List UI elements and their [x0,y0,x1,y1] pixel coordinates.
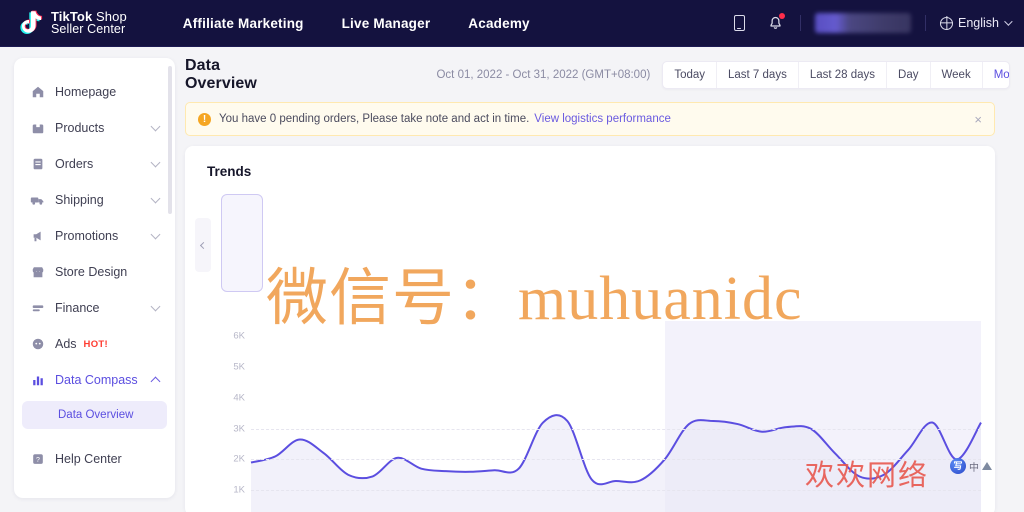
sidebar-item-label: Help Center [55,452,122,466]
sidebar-item-store-design[interactable]: Store Design [14,254,175,290]
top-navigation-bar: TikTok Shop Seller Center Affiliate Mark… [0,0,1024,47]
chart-line [251,415,981,484]
brand-line-2: Seller Center [51,22,126,36]
account-name-redacted[interactable] [815,13,911,33]
close-icon[interactable]: × [974,113,982,126]
chart-gridline [251,428,981,430]
sidebar-item-homepage[interactable]: Homepage [14,74,175,110]
sidebar-item-help-center[interactable]: ? Help Center [14,441,175,477]
chevron-left-icon[interactable] [195,218,211,272]
home-icon [30,85,45,100]
sidebar-item-label: Homepage [55,85,117,99]
nav-divider-left [800,15,801,31]
trends-chart: 6K 5K 4K 3K 2K 1K [185,321,995,512]
chart-gridline [251,459,981,461]
svg-text:?: ? [36,457,40,464]
storefront-icon [30,265,45,280]
box-icon [30,121,45,136]
alert-text: You have 0 pending orders, Please take n… [219,113,530,125]
chart-y-tick-label: 2K [233,453,245,465]
date-range-label: Oct 01, 2022 - Oct 31, 2022 (GMT+08:00) [436,69,651,81]
sidebar-item-label: Promotions [55,229,119,243]
sidebar-item-products[interactable]: Products [14,110,175,146]
nav-link-live-manager[interactable]: Live Manager [342,16,431,31]
chevron-down-icon [150,301,161,312]
sidebar-item-orders[interactable]: Orders [14,146,175,182]
globe-icon [940,16,953,30]
chevron-down-icon [150,193,161,204]
chevron-down-icon [150,157,161,168]
chart-y-tick-label: 4K [233,392,245,404]
trends-panel: Trends 6K 5K 4K 3K 2K 1K [185,146,995,512]
chevron-down-icon [1004,17,1013,26]
notification-badge-dot [779,13,785,19]
chart-y-tick-label: 1K [233,484,245,496]
date-range-tabs: Today Last 7 days Last 28 days Day Week … [662,61,1010,89]
sidebar-item-ads[interactable]: Ads HOT! [14,326,175,362]
truck-icon [30,193,45,208]
nav-link-academy[interactable]: Academy [468,16,529,31]
chart-y-tick-label: 5K [233,361,245,373]
clipboard-icon [30,157,45,172]
nav-link-affiliate-marketing[interactable]: Affiliate Marketing [183,16,304,31]
brand-logo[interactable]: TikTok Shop Seller Center [18,9,127,37]
language-selector[interactable]: English [940,16,1013,30]
sidebar-item-label: Products [55,121,105,135]
sidebar-scrollbar-thumb[interactable] [168,66,172,214]
brand-text: TikTok Shop Seller Center [51,10,127,36]
main-content: Data Overview Oct 01, 2022 - Oct 31, 202… [185,57,1010,512]
sidebar-item-label: Shipping [55,193,104,207]
sidebar-subitem-data-overview[interactable]: Data Overview [22,401,167,429]
help-icon: ? [30,452,45,467]
ads-hot-badge: HOT! [83,338,108,350]
tab-today[interactable]: Today [663,62,717,88]
top-nav-right-cluster: English [728,12,1013,34]
pending-orders-alert: ! You have 0 pending orders, Please take… [185,102,995,136]
chart-y-tick-label: 6K [233,330,245,342]
view-logistics-performance-link[interactable]: View logistics performance [534,113,671,125]
chart-series-path [251,321,981,512]
nav-divider-right [925,15,926,31]
metric-card-selected[interactable] [221,194,263,292]
mobile-phone-icon[interactable] [728,12,750,34]
tab-last-7-days[interactable]: Last 7 days [717,62,799,88]
sidebar-menu: Homepage Products Orders Shipping Promot… [14,58,175,477]
sidebar-item-label: Store Design [55,265,128,279]
chevron-down-icon [150,121,161,132]
bell-notification-icon[interactable] [764,12,786,34]
chevron-up-icon [150,376,161,386]
wallet-icon [30,301,45,316]
tiktok-note-icon [18,9,44,37]
tab-week[interactable]: Week [931,62,983,88]
primary-nav-links: Affiliate Marketing Live Manager Academy [183,16,530,31]
warning-icon: ! [198,112,211,126]
sidebar-item-finance[interactable]: Finance [14,290,175,326]
chevron-down-icon [150,229,161,240]
page-header: Data Overview Oct 01, 2022 - Oct 31, 202… [185,57,1010,92]
chart-y-axis-labels: 6K 5K 4K 3K 2K 1K [219,321,245,512]
chart-plot-area [251,321,981,512]
sidebar-item-data-compass[interactable]: Data Compass [14,362,175,398]
sidebar-item-label: Data Compass [55,373,138,387]
app-root: TikTok Shop Seller Center Affiliate Mark… [0,0,1024,512]
tab-day[interactable]: Day [887,62,931,88]
language-label: English [958,16,999,30]
tab-month[interactable]: Month [983,62,1009,88]
sidebar-item-shipping[interactable]: Shipping [14,182,175,218]
panel-title: Trends [207,164,252,179]
chart-y-tick-label: 3K [233,423,245,435]
chart-gridline [251,490,981,492]
sidebar-item-promotions[interactable]: Promotions [14,218,175,254]
tab-last-28-days[interactable]: Last 28 days [799,62,888,88]
megaphone-icon [30,229,45,244]
sidebar-item-label: Finance [55,301,100,315]
ads-icon [30,337,45,352]
sidebar-item-label: Orders [55,157,94,171]
sidebar: Homepage Products Orders Shipping Promot… [14,58,175,498]
sidebar-scrollbar[interactable] [168,66,172,490]
bar-chart-icon [30,373,45,388]
sidebar-item-label: Ads [55,337,77,351]
page-title: Data Overview [185,57,257,92]
